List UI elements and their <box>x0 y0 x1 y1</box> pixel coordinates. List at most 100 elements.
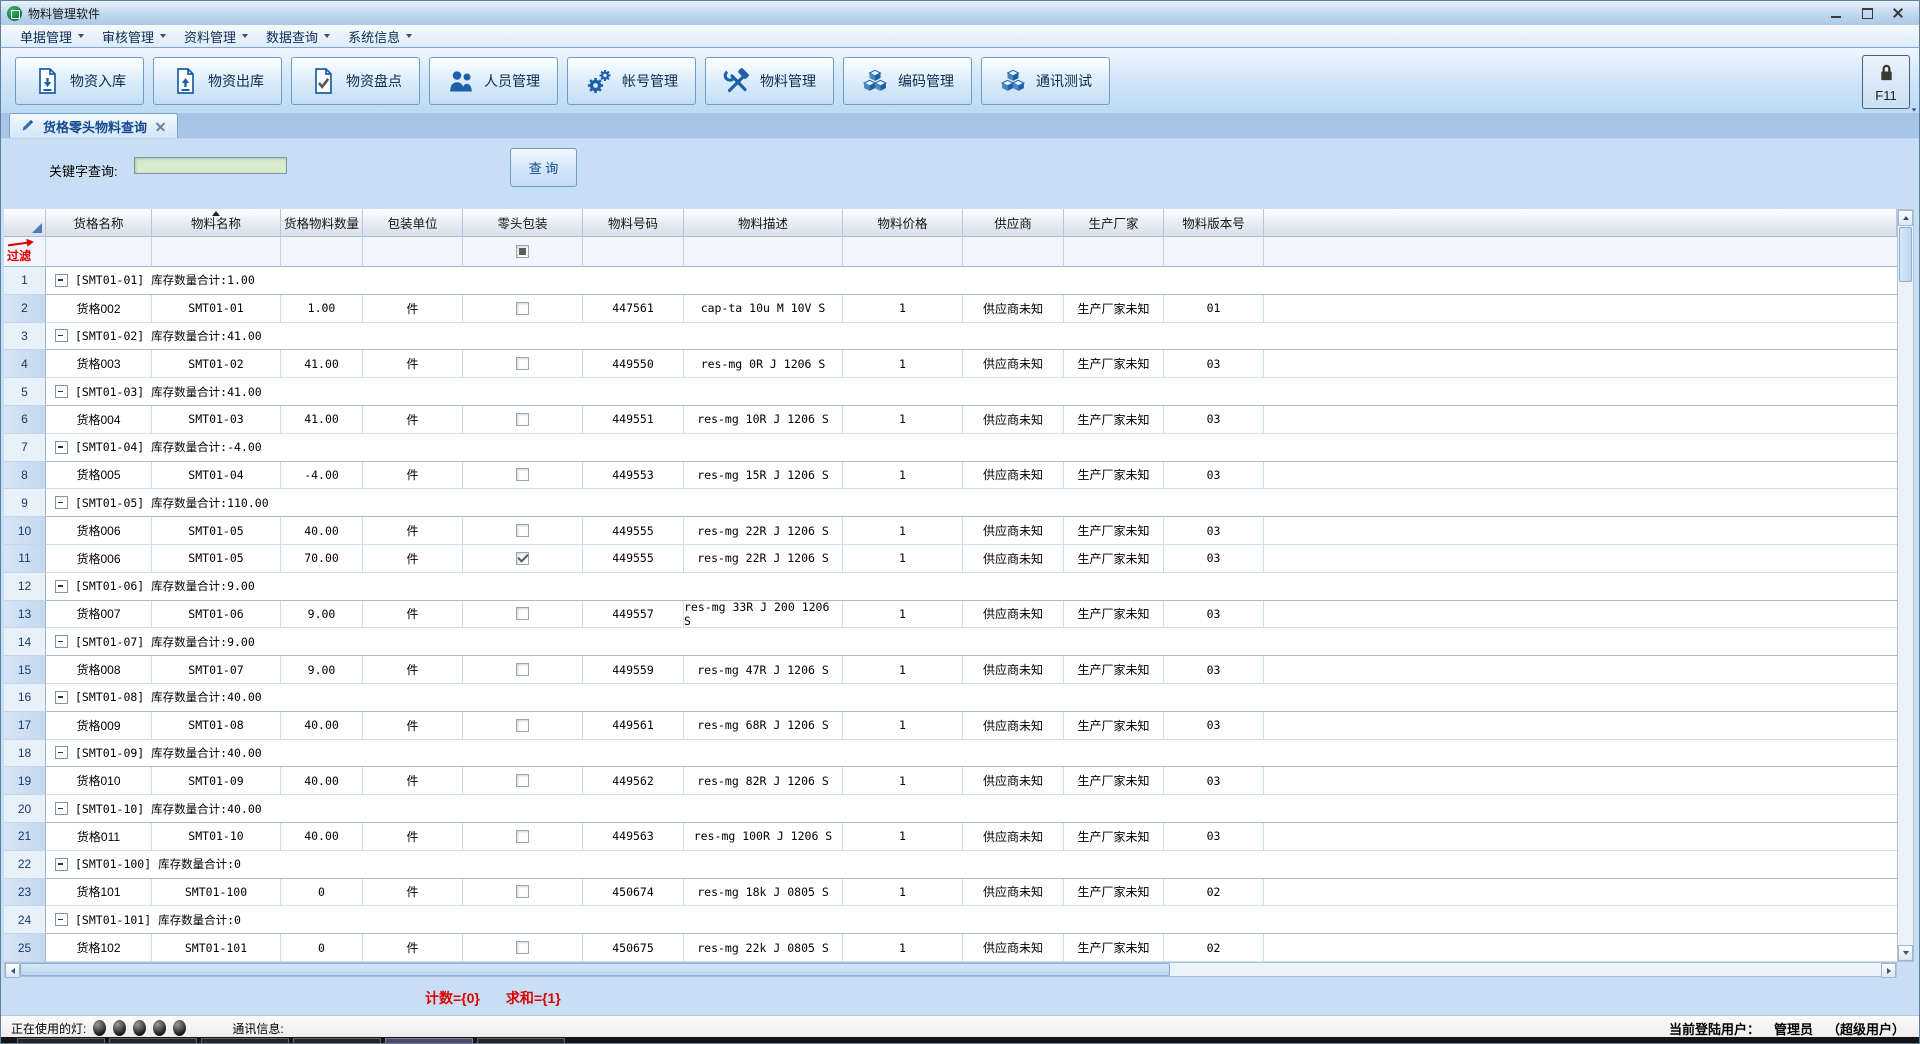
filter-cell-货格名称[interactable] <box>46 237 152 267</box>
row-number[interactable]: 15 <box>4 656 46 684</box>
row-number[interactable]: 25 <box>4 934 46 962</box>
row-number[interactable]: 2 <box>4 295 46 323</box>
table-row[interactable]: 21货格011SMT01-1040.00件449563res-mg 100R J… <box>4 823 1897 851</box>
row-number[interactable]: 5 <box>4 378 46 406</box>
collapse-group-icon[interactable] <box>55 691 68 704</box>
row-number[interactable]: 1 <box>4 267 46 295</box>
checkbox-unchecked[interactable] <box>516 719 529 732</box>
column-header-物料名称[interactable]: 物料名称 <box>152 209 281 237</box>
vertical-scroll-thumb[interactable] <box>1899 227 1912 282</box>
horizontal-scroll-thumb[interactable] <box>20 963 1170 976</box>
table-row[interactable]: 13货格007SMT01-069.00件449557res-mg 33R J 2… <box>4 601 1897 629</box>
row-number[interactable]: 22 <box>4 851 46 879</box>
column-header-生产厂家[interactable]: 生产厂家 <box>1064 209 1164 237</box>
toolbar-button-stocktake[interactable]: 物资盘点 <box>291 57 420 105</box>
scroll-right-icon[interactable] <box>1881 963 1896 978</box>
grid-corner-select-all[interactable] <box>4 209 46 237</box>
vertical-scrollbar[interactable] <box>1897 209 1914 962</box>
collapse-group-icon[interactable] <box>55 913 68 926</box>
table-row[interactable]: 17货格009SMT01-0840.00件449561res-mg 68R J … <box>4 712 1897 740</box>
toolbar-button-coding-mgmt[interactable]: 编码管理 <box>843 57 972 105</box>
menu-document-mgmt[interactable]: 单据管理 <box>11 25 93 48</box>
group-row[interactable]: 3[SMT01-02] 库存数量合计:41.00 <box>4 323 1897 351</box>
row-number[interactable]: 19 <box>4 767 46 795</box>
table-row[interactable]: 19货格010SMT01-0940.00件449562res-mg 82R J … <box>4 767 1897 795</box>
toolbar-button-material-outbound[interactable]: 物资出库 <box>153 57 282 105</box>
filter-cell-生产厂家[interactable] <box>1064 237 1164 267</box>
table-row[interactable]: 25货格102SMT01-1010件450675res-mg 22k J 080… <box>4 934 1897 962</box>
checkbox-checked[interactable] <box>516 552 529 565</box>
column-header-供应商[interactable]: 供应商 <box>963 209 1064 237</box>
toolbar-button-comm-test[interactable]: 通讯测试 <box>981 57 1110 105</box>
checkbox-unchecked[interactable] <box>516 413 529 426</box>
row-number[interactable]: 11 <box>4 545 46 573</box>
row-number[interactable]: 18 <box>4 740 46 768</box>
row-number[interactable]: 23 <box>4 879 46 907</box>
column-header-货格物料数量[interactable]: 货格物料数量 <box>281 209 363 237</box>
collapse-group-icon[interactable] <box>55 274 68 287</box>
checkbox-unchecked[interactable] <box>516 885 529 898</box>
scroll-down-icon[interactable] <box>1898 945 1913 961</box>
checkbox-unchecked[interactable] <box>516 468 529 481</box>
row-number[interactable]: 6 <box>4 406 46 434</box>
menu-data-file-mgmt[interactable]: 资料管理 <box>175 25 257 48</box>
row-number[interactable]: 9 <box>4 489 46 517</box>
horizontal-scrollbar[interactable] <box>4 962 1897 977</box>
row-number[interactable]: 21 <box>4 823 46 851</box>
menu-system-info[interactable]: 系统信息 <box>339 25 421 48</box>
group-row[interactable]: 16[SMT01-08] 库存数量合计:40.00 <box>4 684 1897 712</box>
toolbar-overflow-icon[interactable] <box>1912 108 1917 111</box>
checkbox-unchecked[interactable] <box>516 607 529 620</box>
column-header-货格名称[interactable]: 货格名称 <box>46 209 152 237</box>
column-header-物料号码[interactable]: 物料号码 <box>583 209 684 237</box>
taskbar-button[interactable] <box>201 1038 289 1043</box>
group-row[interactable]: 20[SMT01-10] 库存数量合计:40.00 <box>4 795 1897 823</box>
row-number[interactable]: 3 <box>4 323 46 351</box>
filter-cell-物料描述[interactable] <box>684 237 843 267</box>
keyword-query-input[interactable] <box>134 157 287 174</box>
filter-cell-供应商[interactable] <box>963 237 1064 267</box>
group-row[interactable]: 24[SMT01-101] 库存数量合计:0 <box>4 906 1897 934</box>
close-button[interactable] <box>1891 6 1905 20</box>
checkbox-unchecked[interactable] <box>516 357 529 370</box>
row-number[interactable]: 24 <box>4 906 46 934</box>
table-row[interactable]: 2货格002SMT01-011.00件447561cap-ta 10u M 10… <box>4 295 1897 323</box>
collapse-group-icon[interactable] <box>55 441 68 454</box>
column-header-零头包装[interactable]: 零头包装 <box>463 209 583 237</box>
filter-cell-物料版本号[interactable] <box>1164 237 1264 267</box>
taskbar-button[interactable] <box>477 1038 565 1043</box>
minimize-button[interactable] <box>1829 6 1843 20</box>
column-header-包装单位[interactable]: 包装单位 <box>363 209 463 237</box>
row-number[interactable]: 10 <box>4 517 46 545</box>
group-row[interactable]: 9[SMT01-05] 库存数量合计:110.00 <box>4 489 1897 517</box>
checkbox-unchecked[interactable] <box>516 941 529 954</box>
group-row[interactable]: 1[SMT01-01] 库存数量合计:1.00 <box>4 267 1897 295</box>
tab-close-icon[interactable] <box>155 121 166 132</box>
row-number[interactable]: 14 <box>4 628 46 656</box>
maximize-button[interactable] <box>1860 6 1874 20</box>
table-row[interactable]: 23货格101SMT01-1000件450674res-mg 18k J 080… <box>4 879 1897 907</box>
column-header-物料价格[interactable]: 物料价格 <box>843 209 963 237</box>
row-number[interactable]: 12 <box>4 573 46 601</box>
table-row[interactable]: 10货格006SMT01-0540.00件449555res-mg 22R J … <box>4 517 1897 545</box>
checkbox-unchecked[interactable] <box>516 830 529 843</box>
taskbar-button[interactable] <box>109 1038 197 1043</box>
toolbar-button-material-inbound[interactable]: 物资入库 <box>15 57 144 105</box>
table-row[interactable]: 8货格005SMT01-04-4.00件449553res-mg 15R J 1… <box>4 462 1897 490</box>
group-row[interactable]: 12[SMT01-06] 库存数量合计:9.00 <box>4 573 1897 601</box>
row-number[interactable]: 17 <box>4 712 46 740</box>
group-row[interactable]: 22[SMT01-100] 库存数量合计:0 <box>4 851 1897 879</box>
scroll-left-icon[interactable] <box>5 963 20 978</box>
scroll-up-icon[interactable] <box>1898 210 1913 226</box>
filter-checkbox[interactable] <box>516 245 529 258</box>
collapse-group-icon[interactable] <box>55 635 68 648</box>
collapse-group-icon[interactable] <box>55 580 68 593</box>
group-row[interactable]: 18[SMT01-09] 库存数量合计:40.00 <box>4 740 1897 768</box>
checkbox-unchecked[interactable] <box>516 774 529 787</box>
taskbar-button[interactable] <box>17 1038 105 1043</box>
group-row[interactable]: 14[SMT01-07] 库存数量合计:9.00 <box>4 628 1897 656</box>
table-row[interactable]: 11货格006SMT01-0570.00件449555res-mg 22R J … <box>4 545 1897 573</box>
table-row[interactable]: 4货格003SMT01-0241.00件449550res-mg 0R J 12… <box>4 350 1897 378</box>
row-number[interactable]: 13 <box>4 601 46 629</box>
query-button[interactable]: 查 询 <box>510 148 577 187</box>
